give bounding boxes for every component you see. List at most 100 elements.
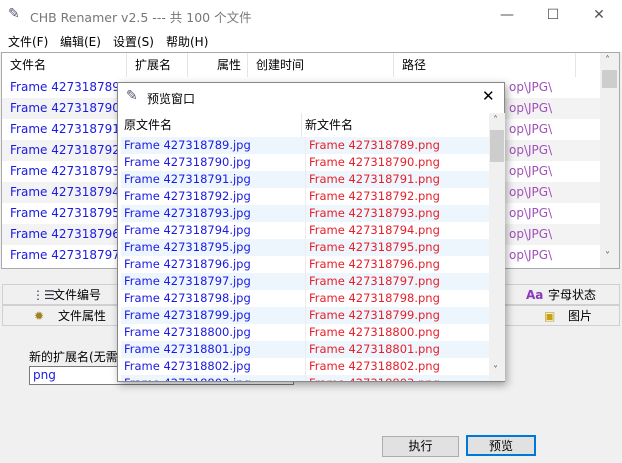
file-path: op\JPG\ xyxy=(509,185,553,199)
new-name: Frame 427318799.png xyxy=(305,307,440,324)
file-path: op\JPG\ xyxy=(509,227,553,241)
new-name: Frame 427318789.png xyxy=(305,137,440,154)
preview-row[interactable]: Frame 427318801.jpg Frame 427318801.png xyxy=(121,341,489,358)
file-path: op\JPG\ xyxy=(509,206,553,220)
tab-image[interactable]: 图片 xyxy=(568,306,592,327)
new-name: Frame 427318792.png xyxy=(305,188,440,205)
dialog-scrollbar[interactable]: ˄ ˅ xyxy=(489,113,505,381)
preview-row[interactable]: Frame 427318800.jpg Frame 427318800.png xyxy=(121,324,489,341)
new-name: Frame 427318803.png xyxy=(305,375,440,381)
original-name: Frame 427318799.jpg xyxy=(124,308,251,322)
preview-row[interactable]: Frame 427318803.jpg Frame 427318803.png xyxy=(121,375,489,381)
preview-button[interactable]: 预览 xyxy=(466,435,536,456)
original-name: Frame 427318800.jpg xyxy=(124,325,251,339)
file-name: Frame 427318793 xyxy=(10,164,120,178)
menu-settings[interactable]: 设置(S) xyxy=(113,33,154,50)
list-scrollbar[interactable]: ˄ ˅ xyxy=(600,53,619,268)
scroll-down-icon[interactable]: ˅ xyxy=(493,365,498,376)
file-name: Frame 427318795 xyxy=(10,206,120,220)
file-path: op\JPG\ xyxy=(509,80,553,94)
maximize-button[interactable]: ☐ xyxy=(530,0,576,30)
minimize-button[interactable]: — xyxy=(484,0,530,30)
new-name: Frame 427318793.png xyxy=(305,205,440,222)
scroll-up-icon[interactable]: ˄ xyxy=(605,55,610,66)
new-name: Frame 427318791.png xyxy=(305,171,440,188)
execute-button[interactable]: 执行 xyxy=(382,436,459,457)
tab-file-attributes[interactable]: 文件属性 xyxy=(58,306,106,327)
column-extension[interactable]: 扩展名 xyxy=(127,53,188,77)
new-extension-label: 新的扩展名(无需 xyxy=(29,350,118,364)
scroll-up-icon[interactable]: ˄ xyxy=(493,115,498,126)
preview-row[interactable]: Frame 427318798.jpg Frame 427318798.png xyxy=(121,290,489,307)
preview-row[interactable]: Frame 427318789.jpg Frame 427318789.png xyxy=(121,137,489,154)
new-name: Frame 427318800.png xyxy=(305,324,440,341)
list-number-icon: ⋮☰ xyxy=(32,288,55,302)
file-path: op\JPG\ xyxy=(509,248,553,262)
file-path: op\JPG\ xyxy=(509,143,553,157)
preview-row[interactable]: Frame 427318802.jpg Frame 427318802.png xyxy=(121,358,489,375)
menu-file[interactable]: 文件(F) xyxy=(8,33,48,50)
file-name: Frame 427318796 xyxy=(10,227,120,241)
column-original-name[interactable]: 原文件名 xyxy=(121,113,302,137)
original-name: Frame 427318792.jpg xyxy=(124,189,251,203)
original-name: Frame 427318797.jpg xyxy=(124,274,251,288)
file-path: op\JPG\ xyxy=(509,164,553,178)
gear-icon: ✹ xyxy=(34,309,45,323)
original-name: Frame 427318793.jpg xyxy=(124,206,251,220)
dialog-title: 预览窗口 xyxy=(147,92,196,106)
dialog-icon: ✎ xyxy=(126,88,138,104)
letter-case-icon: Aa xyxy=(526,288,544,302)
original-name: Frame 427318798.jpg xyxy=(124,291,251,305)
scroll-thumb[interactable] xyxy=(602,70,617,88)
file-path: op\JPG\ xyxy=(509,122,553,136)
preview-row[interactable]: Frame 427318790.jpg Frame 427318790.png xyxy=(121,154,489,171)
file-name: Frame 427318790 xyxy=(10,101,120,115)
image-icon: ▣ xyxy=(544,309,556,323)
dialog-close-button[interactable]: ✕ xyxy=(482,87,495,105)
preview-row[interactable]: Frame 427318792.jpg Frame 427318792.png xyxy=(121,188,489,205)
preview-dialog: ✎ 预览窗口 ✕ 原文件名 新文件名 Frame 427318789.jpg Fr… xyxy=(117,82,505,382)
original-name: Frame 427318791.jpg xyxy=(124,172,251,186)
preview-row[interactable]: Frame 427318794.jpg Frame 427318794.png xyxy=(121,222,489,239)
original-name: Frame 427318796.jpg xyxy=(124,257,251,271)
preview-row[interactable]: Frame 427318799.jpg Frame 427318799.png xyxy=(121,307,489,324)
new-name: Frame 427318802.png xyxy=(305,358,440,375)
column-created[interactable]: 创建时间 xyxy=(248,53,394,77)
preview-row[interactable]: Frame 427318791.jpg Frame 427318791.png xyxy=(121,171,489,188)
original-name: Frame 427318803.jpg xyxy=(124,375,251,381)
new-name: Frame 427318797.png xyxy=(305,273,440,290)
column-path[interactable]: 路径 xyxy=(394,53,576,77)
preview-row[interactable]: Frame 427318793.jpg Frame 427318793.png xyxy=(121,205,489,222)
close-button[interactable]: ✕ xyxy=(576,0,622,30)
preview-row[interactable]: Frame 427318795.jpg Frame 427318795.png xyxy=(121,239,489,256)
column-new-name[interactable]: 新文件名 xyxy=(302,113,489,137)
original-name: Frame 427318790.jpg xyxy=(124,155,251,169)
menu-help[interactable]: 帮助(H) xyxy=(166,33,208,50)
scroll-down-icon[interactable]: ˅ xyxy=(605,251,610,262)
column-attributes[interactable]: 属性 xyxy=(188,53,248,77)
title-bar: ✎ CHB Renamer v2.5 --- 共 100 个文件 — ☐ ✕ xyxy=(0,0,622,30)
preview-row[interactable]: Frame 427318797.jpg Frame 427318797.png xyxy=(121,273,489,290)
window-title: CHB Renamer v2.5 --- 共 100 个文件 xyxy=(30,10,252,25)
original-name: Frame 427318794.jpg xyxy=(124,223,251,237)
tab-letter-case[interactable]: 字母状态 xyxy=(548,285,596,306)
file-name: Frame 427318791 xyxy=(10,122,120,136)
tab-file-number[interactable]: 文件编号 xyxy=(53,285,101,306)
file-name: Frame 427318792 xyxy=(10,143,120,157)
new-name: Frame 427318796.png xyxy=(305,256,440,273)
new-name: Frame 427318795.png xyxy=(305,239,440,256)
original-name: Frame 427318795.jpg xyxy=(124,240,251,254)
preview-row[interactable]: Frame 427318796.jpg Frame 427318796.png xyxy=(121,256,489,273)
new-name: Frame 427318794.png xyxy=(305,222,440,239)
original-name: Frame 427318801.jpg xyxy=(124,342,251,356)
file-path: op\JPG\ xyxy=(509,101,553,115)
file-name: Frame 427318794 xyxy=(10,185,120,199)
column-filename[interactable]: 文件名 xyxy=(2,53,127,77)
new-name: Frame 427318790.png xyxy=(305,154,440,171)
menu-edit[interactable]: 编辑(E) xyxy=(60,33,101,50)
original-name: Frame 427318802.jpg xyxy=(124,359,251,373)
scroll-thumb[interactable] xyxy=(490,130,504,162)
file-name: Frame 427318797 xyxy=(10,248,120,262)
original-name: Frame 427318789.jpg xyxy=(124,138,251,152)
new-name: Frame 427318798.png xyxy=(305,290,440,307)
